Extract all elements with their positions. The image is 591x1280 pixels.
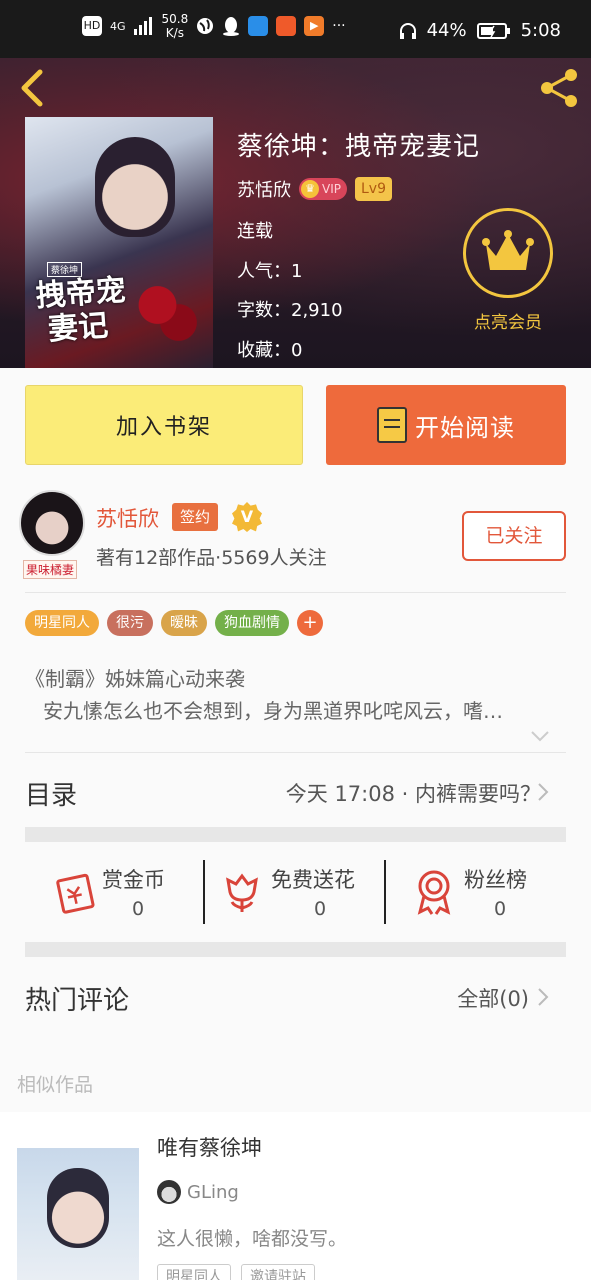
cover-portrait — [95, 137, 175, 237]
cover-title: 拽帝宠 妻记 — [34, 272, 130, 348]
member-cta-label[interactable]: 点亮会员 — [460, 308, 556, 333]
play-app-icon: ▶ — [304, 16, 325, 36]
author-stats: 著有12部作品·5569人关注 — [96, 547, 327, 569]
author-name[interactable]: 苏恬欣 — [96, 503, 159, 533]
net-speed: 50.8 K/s — [162, 12, 189, 40]
battery-percent: 44% — [426, 20, 467, 41]
latest-chapter[interactable]: 今天 17:08 · 内裤需要吗？ — [286, 778, 541, 808]
cover-tag: 蔡徐坤 — [47, 262, 83, 277]
book-author-line: 苏恬欣 ♛ VIP Lv9 — [237, 176, 392, 202]
app-icon-blue — [248, 16, 269, 36]
similar-work-author-row: GLing — [157, 1180, 239, 1204]
catalog-label[interactable]: 目录 — [25, 775, 77, 812]
tag-list: 明星同人 很污 暧昧 狗血剧情 + — [25, 610, 323, 636]
book-cover[interactable]: 蔡徐坤 拽帝宠 妻记 — [25, 117, 213, 368]
tag-item[interactable]: 很污 — [107, 610, 153, 636]
level-badge: Lv9 — [354, 177, 392, 201]
word-count: 字数：2,910 — [237, 300, 343, 321]
similar-work-description: 这人很懒，啥都没写。 — [157, 1228, 348, 1250]
battery-icon — [476, 22, 510, 39]
crown-icon — [482, 230, 534, 270]
red-envelope-icon — [56, 873, 95, 914]
status-bar: HD 4G 50.8 K/s ▶ ··· 44% 5:08 — [0, 0, 591, 58]
book-icon — [377, 407, 407, 443]
start-reading-button[interactable]: 开始阅读 — [326, 385, 566, 465]
verified-v-icon: V — [232, 502, 262, 532]
similar-work-card[interactable]: 唯有蔡徐坤 GLing 这人很懒，啥都没写。 明星同人 邀请驻站 — [0, 1112, 591, 1280]
divider — [25, 592, 566, 593]
start-reading-label: 开始阅读 — [415, 413, 515, 442]
similar-work-author[interactable]: GLing — [187, 1182, 239, 1203]
similar-works-label: 相似作品 — [17, 1074, 94, 1096]
section-separator — [25, 827, 566, 842]
author-avatar[interactable] — [19, 490, 85, 556]
free-flower-item[interactable]: 免费送花 0 — [222, 860, 382, 924]
popularity: 人气：1 — [237, 261, 303, 282]
status-right: 44% 5:08 — [399, 20, 561, 41]
similar-tag[interactable]: 邀请驻站 — [241, 1264, 315, 1280]
tag-item[interactable]: 明星同人 — [25, 610, 99, 636]
member-crown-button[interactable] — [463, 208, 553, 298]
chevron-right-icon[interactable] — [536, 781, 550, 803]
flower-icon — [226, 873, 258, 912]
net-speed-unit: K/s — [165, 26, 184, 40]
more-notifications: ··· — [332, 18, 346, 34]
vip-label: VIP — [322, 182, 341, 196]
section-separator — [25, 942, 566, 957]
similar-work-title[interactable]: 唯有蔡徐坤 — [157, 1132, 262, 1162]
reward-coins-item[interactable]: 赏金币 0 — [50, 860, 200, 924]
similar-tag[interactable]: 明星同人 — [157, 1264, 231, 1280]
network-4g-indicator: 4G — [110, 19, 126, 33]
divider — [25, 752, 566, 753]
all-comments-link[interactable]: 全部(0) — [457, 983, 529, 1013]
signed-badge: 签约 — [172, 503, 219, 531]
divider — [384, 860, 386, 924]
chevron-down-icon[interactable] — [530, 728, 550, 744]
app-icon-orange — [276, 16, 297, 36]
chevron-right-icon[interactable] — [536, 986, 550, 1008]
globe-icon — [197, 18, 214, 34]
fan-ranking-label: 粉丝榜 — [464, 868, 527, 892]
avatar-tag: 果味橘妻 — [23, 560, 78, 579]
similar-author-avatar — [157, 1180, 181, 1204]
status-left: HD 4G 50.8 K/s ▶ ··· — [82, 12, 346, 40]
synopsis-line-2: 安九愫怎么也不会想到，身为黑道界叱咤风云，嗜… — [43, 699, 503, 723]
book-header: 蔡徐坤 拽帝宠 妻记 蔡徐坤：拽帝宠妻记 苏恬欣 ♛ VIP Lv9 连载 人气：… — [0, 58, 591, 368]
reward-coins-value: 0 — [132, 898, 145, 920]
add-tag-button[interactable]: + — [297, 610, 323, 636]
clock: 5:08 — [520, 20, 561, 41]
reward-coins-label: 赏金币 — [102, 868, 165, 892]
book-author-name[interactable]: 苏恬欣 — [237, 176, 291, 202]
add-to-shelf-button[interactable]: 加入书架 — [25, 385, 303, 465]
cover-title-line-2: 妻记 — [47, 308, 110, 348]
fan-ranking-item[interactable]: 粉丝榜 0 — [414, 860, 564, 924]
free-flower-label: 免费送花 — [271, 868, 355, 892]
similar-work-cover[interactable] — [17, 1148, 139, 1280]
serial-status: 连载 — [237, 221, 273, 242]
similar-work-tags: 明星同人 邀请驻站 — [157, 1264, 315, 1280]
divider — [203, 860, 205, 924]
back-icon[interactable] — [14, 68, 50, 108]
tag-item[interactable]: 暧昧 — [161, 610, 207, 636]
net-speed-value: 50.8 — [161, 12, 189, 26]
book-title: 蔡徐坤：拽帝宠妻记 — [237, 132, 481, 162]
synopsis-line-1: 《制霸》姊妹篇心动来袭 — [25, 667, 245, 691]
hot-comments-label: 热门评论 — [25, 986, 130, 1016]
share-icon[interactable] — [537, 66, 581, 110]
crown-icon: ♛ — [301, 180, 319, 198]
cover-portrait — [47, 1168, 109, 1248]
signal-icon — [133, 17, 152, 35]
tag-item[interactable]: 狗血剧情 — [215, 610, 289, 636]
fan-ranking-value: 0 — [494, 898, 507, 920]
follow-button[interactable]: 已关注 — [462, 511, 566, 561]
qq-icon — [223, 17, 240, 36]
headphones-icon — [399, 22, 416, 39]
vip-badge: ♛ VIP — [299, 178, 347, 200]
cover-title-line-1: 拽帝宠 — [34, 272, 127, 315]
cover-roses — [133, 277, 203, 347]
favorites-count: 收藏：0 — [237, 340, 303, 361]
hd-indicator: HD — [82, 16, 102, 36]
medal-icon — [417, 870, 451, 915]
free-flower-value: 0 — [314, 898, 327, 920]
